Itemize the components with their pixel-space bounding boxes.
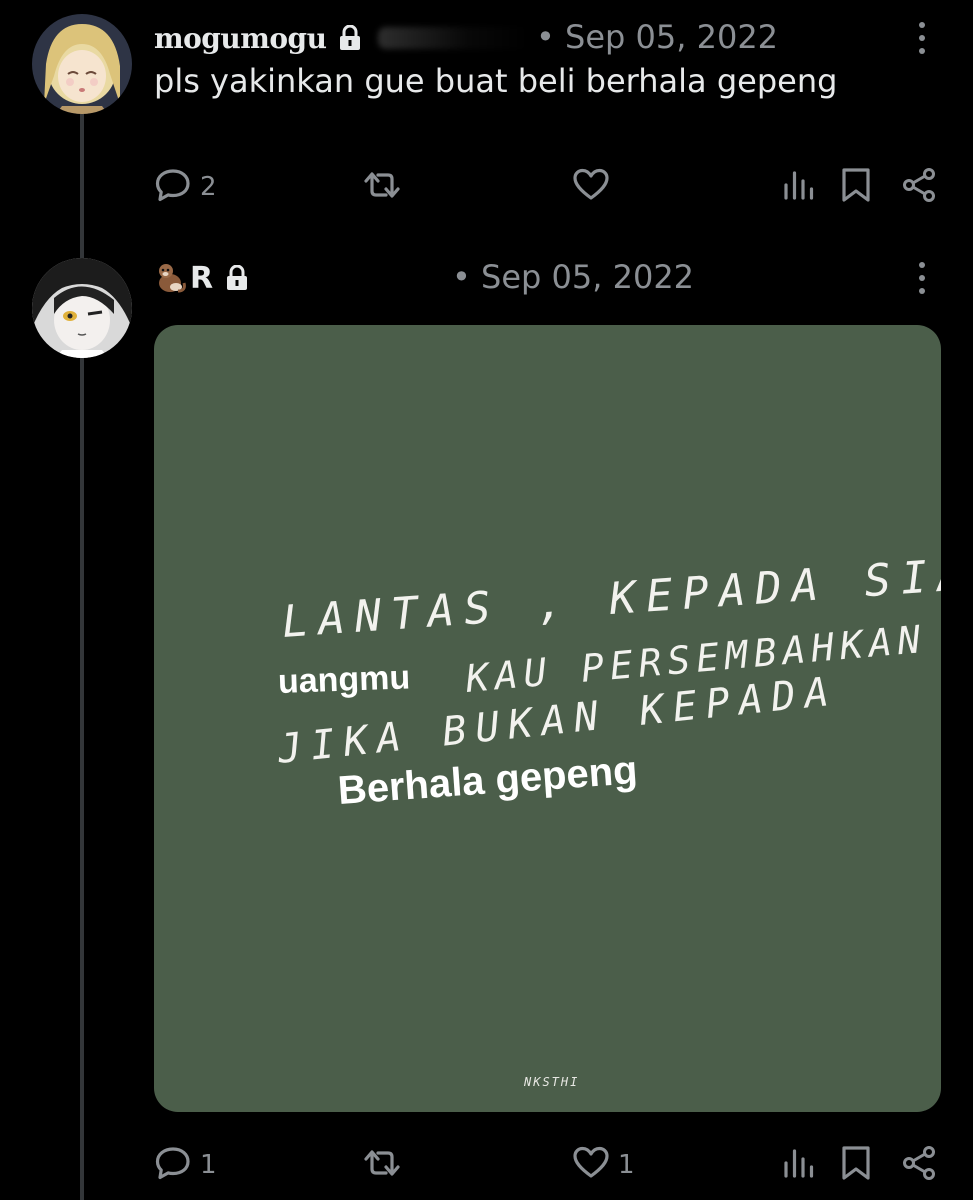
views-button[interactable] — [782, 1145, 816, 1185]
avatar[interactable] — [32, 258, 132, 358]
username[interactable]: R — [190, 261, 213, 296]
post-text: pls yakinkan gue buat beli berhala gepen… — [154, 62, 838, 100]
share-icon — [902, 167, 938, 207]
views-icon — [782, 167, 816, 207]
lock-icon — [225, 265, 249, 291]
reply-count: 1 — [200, 1150, 217, 1180]
post-header: mogumogu — [154, 16, 529, 60]
views-button[interactable] — [782, 167, 816, 207]
image-signature: NKSTHI — [524, 1075, 580, 1089]
more-vertical-icon[interactable] — [912, 20, 932, 60]
share-button[interactable] — [902, 1145, 938, 1185]
username[interactable]: mogumogu — [154, 22, 327, 55]
reply-icon — [154, 167, 192, 207]
otter-emoji-icon — [154, 261, 188, 295]
post-date: • Sep 05, 2022 — [536, 18, 779, 56]
more-vertical-icon[interactable] — [912, 260, 932, 300]
heart-icon — [572, 1145, 610, 1185]
like-button[interactable] — [572, 167, 610, 207]
bookmark-icon — [840, 167, 872, 207]
reply-button[interactable]: 2 — [154, 167, 217, 207]
heart-icon — [572, 167, 610, 207]
share-button[interactable] — [902, 167, 938, 207]
repost-button[interactable] — [360, 1145, 404, 1185]
reply-icon — [154, 1145, 192, 1185]
avatar[interactable] — [32, 14, 132, 114]
user-handle-redacted — [378, 27, 529, 49]
lock-icon — [338, 25, 362, 51]
views-icon — [782, 1145, 816, 1185]
image-text-uangmu: uangmu — [277, 658, 411, 701]
bookmark-icon — [840, 1145, 872, 1185]
repost-button[interactable] — [360, 167, 404, 207]
post-media-image[interactable]: LANTAS , KEPADA SIAPA uangmu KAU PERSEMB… — [154, 325, 941, 1112]
reply-button[interactable]: 1 — [154, 1145, 217, 1185]
share-icon — [902, 1145, 938, 1185]
like-count: 1 — [618, 1150, 635, 1180]
post-actions: 1 1 — [0, 1140, 973, 1190]
post-header: R — [154, 256, 249, 300]
repost-icon — [360, 167, 404, 207]
bookmark-button[interactable] — [840, 167, 872, 207]
bookmark-button[interactable] — [840, 1145, 872, 1185]
reply-count: 2 — [200, 172, 217, 202]
repost-icon — [360, 1145, 404, 1185]
post-date: • Sep 05, 2022 — [452, 258, 695, 296]
post-actions: 2 — [0, 162, 973, 212]
like-button[interactable]: 1 — [572, 1145, 635, 1185]
